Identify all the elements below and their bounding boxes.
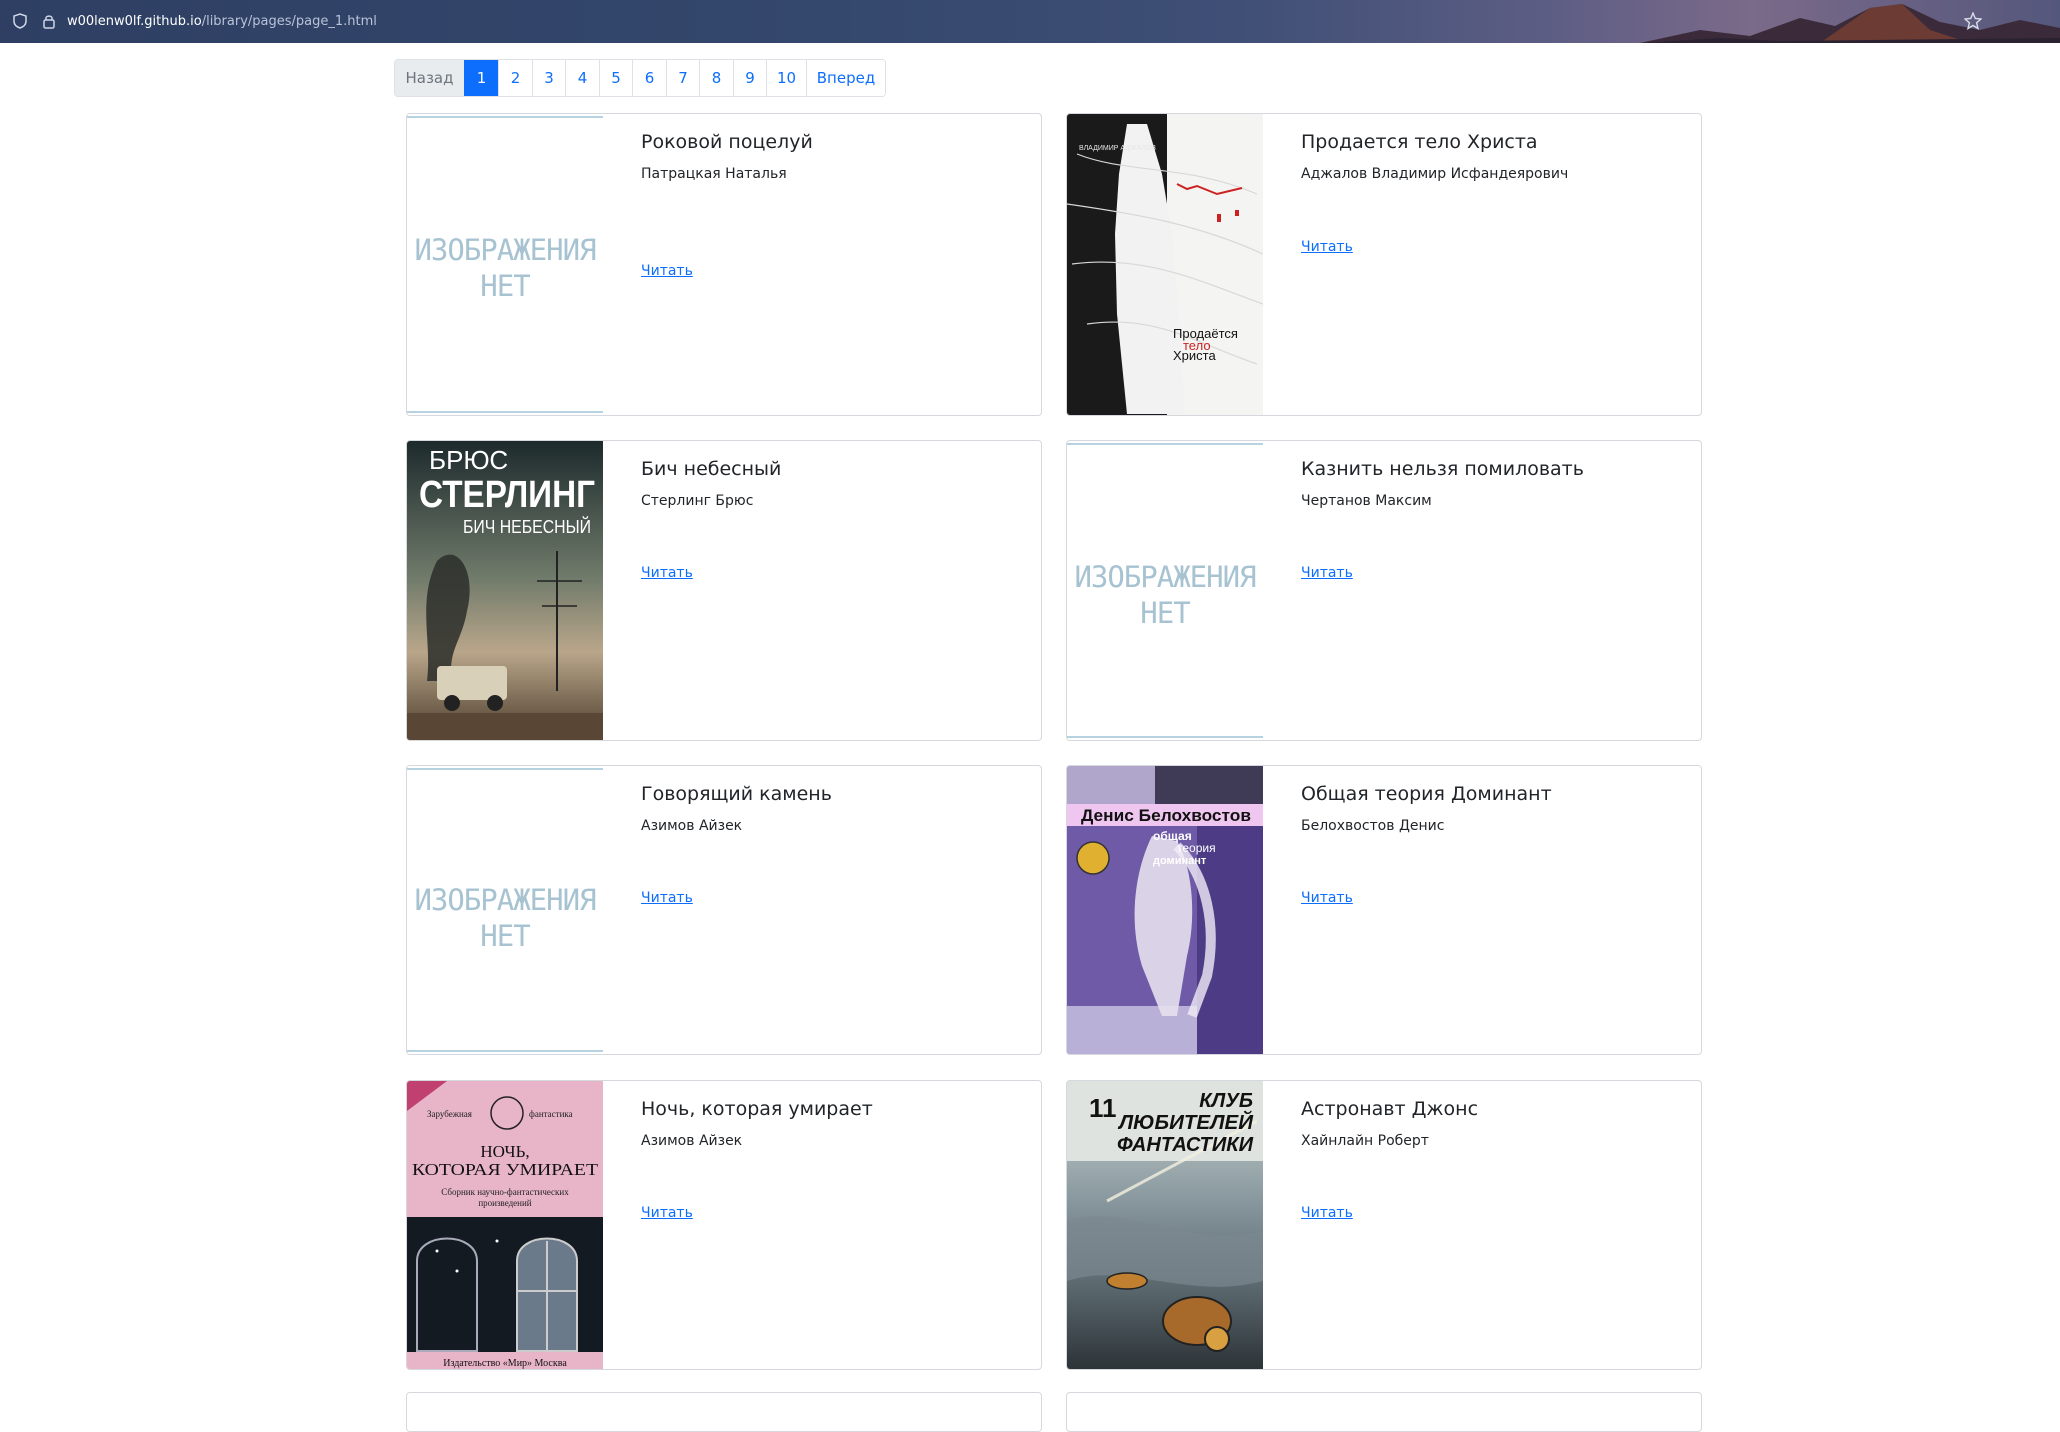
read-link[interactable]: Читать: [641, 890, 693, 906]
book-cover: БРЮС СТЕРЛИНГ БИЧ НЕБЕСНЫЙ: [407, 441, 603, 740]
pagination-page-4[interactable]: 4: [565, 60, 599, 96]
book-author: Хайнлайн Роберт: [1301, 1133, 1429, 1149]
pagination-page-6[interactable]: 6: [632, 60, 666, 96]
book-card: БРЮС СТЕРЛИНГ БИЧ НЕБЕСНЫЙ Бич небесный …: [406, 440, 1042, 741]
book-card: Зарубежная фантастика НОЧЬ, КОТОРАЯ УМИР…: [406, 1080, 1042, 1370]
book-title: Ночь, которая умирает: [641, 1098, 873, 1120]
pagination-prev[interactable]: Назад: [395, 60, 464, 96]
no-image-placeholder: ИЗОБРАЖЕНИЯ НЕТ: [407, 766, 603, 1054]
pagination-page-7[interactable]: 7: [666, 60, 699, 96]
read-link[interactable]: Читать: [641, 1205, 693, 1221]
cover-title-line: доминант: [1153, 855, 1207, 867]
book-author: Азимов Айзек: [641, 818, 743, 834]
no-image-text: ИЗОБРАЖЕНИЯ: [414, 883, 596, 917]
pagination-page-3[interactable]: 3: [532, 60, 565, 96]
cover-subtitle: Сборник научно-фантастических: [441, 1187, 569, 1197]
book-author: Белохвостов Денис: [1301, 818, 1445, 834]
book-card: [1066, 1392, 1702, 1432]
read-link[interactable]: Читать: [1301, 890, 1353, 906]
book-card: ИЗОБРАЖЕНИЯ НЕТ Роковой поцелуй Патрацка…: [406, 113, 1042, 416]
cover-series-text: Зарубежная: [427, 1109, 472, 1119]
book-author: Аджалов Владимир Исфандеярович: [1301, 166, 1569, 182]
book-author: Стерлинг Брюс: [641, 493, 754, 509]
read-link[interactable]: Читать: [1301, 1205, 1353, 1221]
book-title: Продается тело Христа: [1301, 131, 1538, 153]
lock-icon[interactable]: [42, 13, 56, 33]
no-image-placeholder: ИЗОБРАЖЕНИЯ НЕТ: [1067, 441, 1263, 740]
book-card: ИЗОБРАЖЕНИЯ НЕТ Говорящий камень Азимов …: [406, 765, 1042, 1055]
book-author: Азимов Айзек: [641, 1133, 743, 1149]
url-field[interactable]: w00lenw0lf.github.io/library/pages/page_…: [67, 14, 377, 30]
book-cover: Денис Белохвостов общая теория доминант: [1067, 766, 1263, 1054]
book-author: Патрацкая Наталья: [641, 166, 787, 182]
pagination-next[interactable]: Вперед: [806, 60, 885, 96]
cover-series-line: ЛЮБИТЕЛЕЙ: [1117, 1110, 1254, 1134]
book-card: 11 КЛУБ ЛЮБИТЕЛЕЙ ФАНТАСТИКИ Астронавт Д…: [1066, 1080, 1702, 1370]
pagination-page-9[interactable]: 9: [733, 60, 766, 96]
cover-title-line: КОТОРАЯ УМИРАЕТ: [412, 1160, 599, 1179]
book-title: Общая теория Доминант: [1301, 783, 1552, 805]
read-link[interactable]: Читать: [1301, 565, 1353, 581]
pagination-page-10[interactable]: 10: [766, 60, 806, 96]
no-image-placeholder: ИЗОБРАЖЕНИЯ НЕТ: [407, 114, 603, 415]
read-link[interactable]: Читать: [641, 565, 693, 581]
pagination: Назад 1 2 3 4 5 6 7 8 9 10 Вперед: [394, 59, 886, 97]
cover-title-line: теория: [1177, 841, 1216, 855]
book-cover: ВЛАДИМИР АДЖАЛОВ Продаётся тело Христа: [1067, 114, 1263, 415]
book-title: Говорящий камень: [641, 783, 832, 805]
no-image-text: ИЗОБРАЖЕНИЯ: [1074, 560, 1256, 594]
pagination-page-1[interactable]: 1: [464, 60, 498, 96]
url-host: w00lenw0lf.github.io: [67, 14, 202, 29]
cover-publisher: Издательство «Мир» Москва: [443, 1358, 567, 1369]
cover-title-line: Христа: [1173, 348, 1216, 363]
browser-address-bar: w00lenw0lf.github.io/library/pages/page_…: [0, 0, 2060, 43]
cover-author: Денис Белохвостов: [1081, 806, 1251, 825]
mountain-background-art: [1640, 4, 2060, 43]
book-card: ИЗОБРАЖЕНИЯ НЕТ Казнить нельзя помиловат…: [1066, 440, 1702, 741]
bookmark-star-icon[interactable]: [1963, 11, 1983, 34]
cover-volume-number: 11: [1089, 1093, 1117, 1123]
book-title: Казнить нельзя помиловать: [1301, 458, 1584, 480]
url-path: /library/pages/page_1.html: [201, 14, 377, 29]
pagination-page-5[interactable]: 5: [599, 60, 632, 96]
cover-title: БИЧ НЕБЕСНЫЙ: [463, 516, 591, 537]
book-cover: Зарубежная фантастика НОЧЬ, КОТОРАЯ УМИР…: [407, 1081, 603, 1369]
cover-title-line: НОЧЬ,: [480, 1142, 529, 1161]
cover-subtitle: произведений: [478, 1198, 531, 1208]
book-card: ВЛАДИМИР АДЖАЛОВ Продаётся тело Христа П…: [1066, 113, 1702, 416]
pagination-page-2[interactable]: 2: [498, 60, 532, 96]
book-cover: 11 КЛУБ ЛЮБИТЕЛЕЙ ФАНТАСТИКИ: [1067, 1081, 1263, 1369]
book-author: Чертанов Максим: [1301, 493, 1432, 509]
book-card: [406, 1392, 1042, 1432]
book-title: Астронавт Джонс: [1301, 1098, 1479, 1120]
no-image-text: НЕТ: [1140, 596, 1190, 630]
pagination-page-8[interactable]: 8: [699, 60, 733, 96]
shield-icon[interactable]: [13, 13, 27, 33]
cover-author-first-name: БРЮС: [429, 445, 508, 475]
cover-series-line: КЛУБ: [1199, 1090, 1253, 1112]
cover-author-last-name: СТЕРЛИНГ: [419, 474, 595, 516]
book-title: Роковой поцелуй: [641, 131, 813, 153]
book-title: Бич небесный: [641, 458, 782, 480]
cover-author-text: ВЛАДИМИР АДЖАЛОВ: [1079, 145, 1156, 152]
cover-series-line: ФАНТАСТИКИ: [1117, 1134, 1254, 1156]
book-card: Денис Белохвостов общая теория доминант …: [1066, 765, 1702, 1055]
cover-series-text: фантастика: [529, 1109, 573, 1119]
no-image-text: НЕТ: [480, 269, 530, 303]
no-image-text: НЕТ: [480, 919, 530, 953]
read-link[interactable]: Читать: [1301, 239, 1353, 255]
no-image-text: ИЗОБРАЖЕНИЯ: [414, 233, 596, 267]
read-link[interactable]: Читать: [641, 263, 693, 279]
